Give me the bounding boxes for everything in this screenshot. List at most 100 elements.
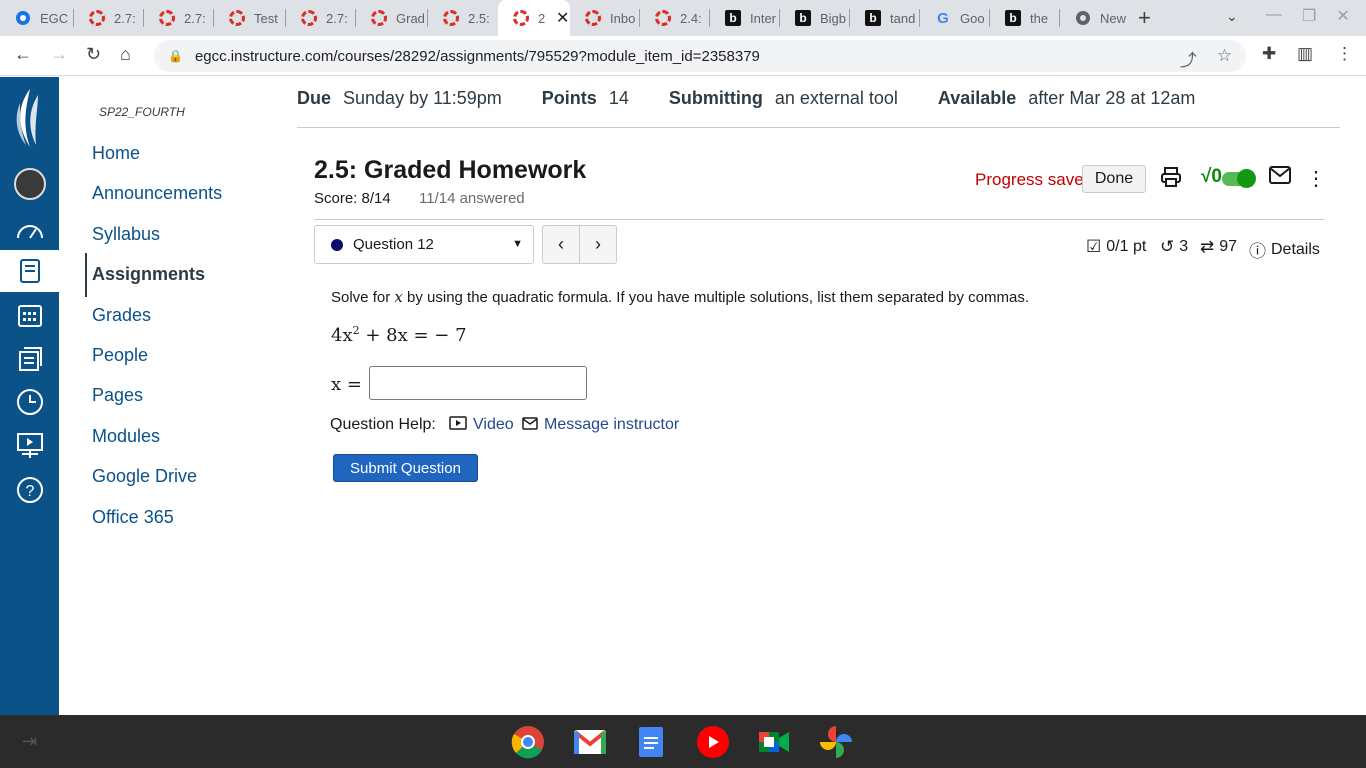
bartleby-icon: b bbox=[1004, 9, 1022, 27]
spinner-icon bbox=[228, 9, 246, 27]
maximize-icon[interactable]: ❐ bbox=[1302, 6, 1316, 26]
checkbox-icon: ☑ bbox=[1086, 237, 1102, 256]
details-button[interactable]: ⓘ Details bbox=[1249, 237, 1320, 262]
spinner-icon bbox=[88, 9, 106, 27]
spinner-icon bbox=[158, 9, 176, 27]
launcher-icon[interactable]: ⇥ bbox=[22, 731, 37, 752]
share-icon[interactable]: ⤴ bbox=[1180, 46, 1197, 71]
spinner-icon bbox=[654, 9, 672, 27]
browser-tab[interactable]: 2.7: bbox=[144, 0, 214, 36]
browser-tab[interactable]: Inbo bbox=[570, 0, 640, 36]
course-nav-announcements[interactable]: Announcements bbox=[92, 183, 222, 204]
spinner-icon bbox=[370, 9, 388, 27]
help-icon[interactable]: ? bbox=[0, 469, 59, 511]
next-question-button[interactable]: › bbox=[579, 225, 617, 264]
course-nav: SP22_FOURTH Home Announcements Syllabus … bbox=[59, 77, 289, 715]
browser-tab[interactable]: Test bbox=[214, 0, 286, 36]
courses-icon[interactable] bbox=[0, 250, 59, 292]
answered-count: 11/14 answered bbox=[419, 190, 525, 207]
video-link[interactable]: Video bbox=[449, 416, 514, 434]
browser-tab[interactable]: b tand bbox=[850, 0, 920, 36]
svg-text:?: ? bbox=[25, 483, 34, 500]
back-icon[interactable]: ← bbox=[14, 44, 32, 65]
submit-question-button[interactable]: Submit Question bbox=[333, 454, 478, 482]
answer-input[interactable] bbox=[369, 366, 587, 400]
points-value: 14 bbox=[608, 88, 629, 108]
course-nav-office-365[interactable]: Office 365 bbox=[92, 507, 174, 528]
repeat-icon: ⇄ bbox=[1200, 237, 1215, 256]
chevron-down-icon[interactable]: ⌄ bbox=[1226, 8, 1238, 25]
menu-icon[interactable]: ⋮ bbox=[1336, 44, 1353, 64]
math-entry-toggle[interactable] bbox=[1222, 169, 1256, 188]
retry-icon: ↺ bbox=[1160, 237, 1175, 256]
caret-down-icon: ▼ bbox=[512, 238, 523, 250]
course-nav-google-drive[interactable]: Google Drive bbox=[92, 466, 197, 487]
course-nav-modules[interactable]: Modules bbox=[92, 426, 160, 447]
message-instructor-link[interactable]: Message instructor bbox=[522, 416, 679, 434]
browser-tab[interactable]: b Bigb bbox=[780, 0, 850, 36]
browser-tab[interactable]: 2.7: bbox=[74, 0, 144, 36]
canvas-logo-icon[interactable] bbox=[8, 85, 52, 160]
course-nav-grades[interactable]: Grades bbox=[92, 305, 151, 326]
more-options-icon[interactable]: ⋮ bbox=[1306, 166, 1326, 191]
browser-tab-active[interactable]: 2 ✕ bbox=[498, 0, 570, 36]
available-value: after Mar 28 at 12am bbox=[1028, 88, 1196, 108]
browser-tab[interactable]: Grad bbox=[356, 0, 428, 36]
photos-app-icon[interactable] bbox=[819, 725, 853, 759]
course-nav-assignments[interactable]: Assignments bbox=[92, 264, 205, 285]
browser-tab[interactable]: G Goo bbox=[920, 0, 990, 36]
minimize-icon[interactable]: — bbox=[1266, 6, 1282, 26]
course-nav-pages[interactable]: Pages bbox=[92, 385, 143, 406]
browser-tab[interactable]: EGC bbox=[0, 0, 74, 36]
math-entry-label: √0 bbox=[1201, 166, 1222, 187]
course-nav-people[interactable]: People bbox=[92, 345, 148, 366]
youtube-app-icon[interactable] bbox=[696, 725, 730, 759]
points-label: Points bbox=[541, 88, 597, 108]
dashboard-icon[interactable] bbox=[0, 208, 59, 250]
course-nav-home[interactable]: Home bbox=[92, 143, 140, 164]
reload-icon[interactable]: ↻ bbox=[86, 44, 101, 65]
question-select[interactable]: Question 12 ▼ bbox=[314, 225, 534, 264]
retries: ↺ 3 bbox=[1160, 237, 1189, 256]
course-nav-syllabus[interactable]: Syllabus bbox=[92, 224, 160, 245]
close-window-icon[interactable]: ✕ bbox=[1336, 6, 1349, 26]
forward-icon[interactable]: → bbox=[50, 44, 68, 65]
due-value: Sunday by 11:59pm bbox=[343, 88, 502, 108]
chrome-app-icon[interactable] bbox=[511, 725, 545, 759]
active-indicator bbox=[85, 253, 87, 297]
browser-tab[interactable]: 2.7: bbox=[286, 0, 356, 36]
studio-icon[interactable] bbox=[0, 425, 59, 467]
calendar-icon[interactable] bbox=[0, 294, 59, 336]
mail-icon[interactable] bbox=[1269, 166, 1291, 190]
previous-question-button[interactable]: ‹ bbox=[542, 225, 580, 264]
close-icon[interactable]: ✕ bbox=[556, 8, 569, 28]
print-icon[interactable] bbox=[1160, 166, 1182, 194]
address-bar: ← → ↻ ⌂ 🔒 egcc.instructure.com/courses/2… bbox=[0, 36, 1366, 76]
progress-status: Progress saved bbox=[975, 170, 1094, 189]
canvas-icon bbox=[14, 9, 32, 27]
meet-app-icon[interactable] bbox=[757, 725, 791, 759]
url-input[interactable]: 🔒 egcc.instructure.com/courses/28292/ass… bbox=[154, 40, 1246, 72]
homework-title: 2.5: Graded Homework bbox=[314, 156, 587, 184]
account-avatar[interactable] bbox=[0, 163, 59, 205]
history-clock-icon[interactable] bbox=[0, 381, 59, 423]
bartleby-icon: b bbox=[864, 9, 882, 27]
browser-tab[interactable]: New bbox=[1060, 0, 1130, 36]
new-tab-icon[interactable]: + bbox=[1138, 5, 1151, 31]
done-button[interactable]: Done bbox=[1082, 165, 1146, 193]
browser-tab[interactable]: b the bbox=[990, 0, 1060, 36]
question-prompt: Solve for x by using the quadratic formu… bbox=[331, 288, 1029, 306]
lock-icon: 🔒 bbox=[168, 49, 183, 63]
google-icon: G bbox=[937, 9, 949, 27]
extensions-icon[interactable]: ✚ bbox=[1262, 44, 1276, 64]
side-panel-icon[interactable]: ▥ bbox=[1297, 44, 1313, 64]
inbox-icon[interactable] bbox=[0, 338, 59, 380]
chevron-left-icon: ‹ bbox=[558, 234, 564, 254]
gmail-app-icon[interactable] bbox=[573, 725, 607, 759]
browser-tab[interactable]: 2.4: bbox=[640, 0, 710, 36]
home-icon[interactable]: ⌂ bbox=[120, 44, 131, 65]
star-icon[interactable]: ☆ bbox=[1217, 46, 1232, 71]
browser-tab[interactable]: 2.5: bbox=[428, 0, 498, 36]
docs-app-icon[interactable] bbox=[634, 725, 668, 759]
browser-tab[interactable]: b Inter bbox=[710, 0, 780, 36]
